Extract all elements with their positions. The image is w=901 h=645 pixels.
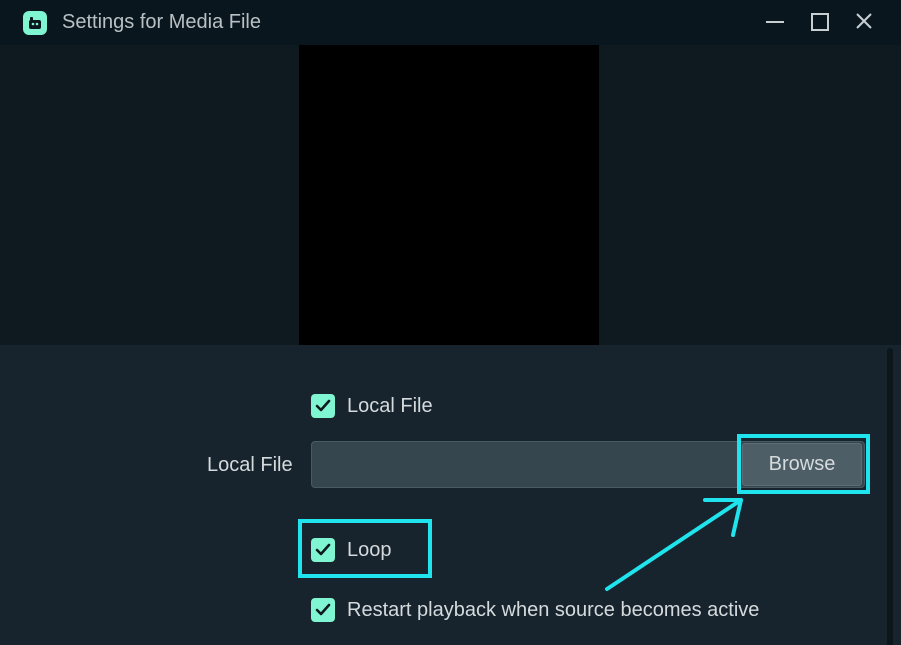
maximize-icon <box>811 13 829 31</box>
browse-button-label: Browse <box>768 453 836 475</box>
checkmark-icon <box>315 603 331 616</box>
minimize-button[interactable] <box>760 8 790 36</box>
app-logo-icon <box>23 11 47 35</box>
minimize-icon <box>766 21 784 23</box>
loop-checkbox[interactable] <box>311 538 335 562</box>
title-bar: Settings for Media File <box>0 0 901 45</box>
browse-button[interactable]: Browse <box>742 443 862 486</box>
media-preview-area <box>0 45 901 345</box>
close-button[interactable] <box>849 8 879 36</box>
local-file-checkbox[interactable] <box>311 394 335 418</box>
settings-panel: Local File Local File Browse Loop Restar… <box>0 345 901 645</box>
window-title: Settings for Media File <box>62 11 261 33</box>
restart-playback-checkbox-label: Restart playback when source becomes act… <box>347 599 760 621</box>
checkmark-icon <box>315 543 331 556</box>
media-preview-video <box>299 45 599 345</box>
loop-checkbox-label: Loop <box>347 539 392 561</box>
local-file-checkbox-label: Local File <box>347 395 433 417</box>
restart-playback-checkbox[interactable] <box>311 598 335 622</box>
media-file-settings-window: Settings for Media File Local File Local… <box>0 0 901 645</box>
checkmark-icon <box>315 399 331 412</box>
close-icon <box>856 13 872 29</box>
maximize-button[interactable] <box>805 8 835 36</box>
settings-scrollbar[interactable] <box>887 348 893 645</box>
local-file-field-label: Local File <box>207 454 293 476</box>
